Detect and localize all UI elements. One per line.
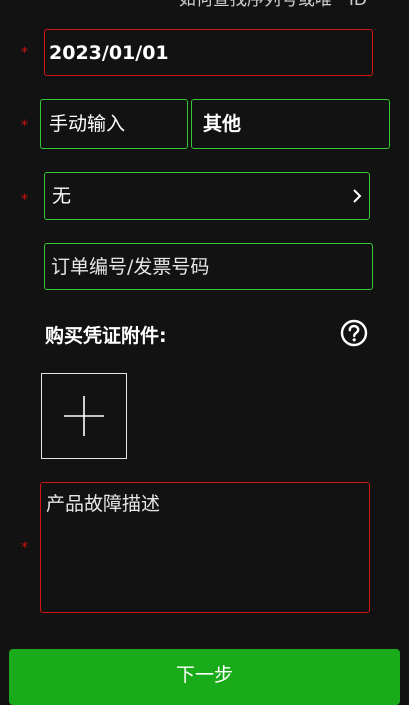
manual-input-label: 手动输入 — [49, 113, 126, 135]
purchase-date-field[interactable]: 2023/01/01 — [44, 29, 373, 76]
serial-help-link[interactable]: 如何查找序列号或唯一ID — [179, 0, 367, 10]
fault-description-textarea[interactable]: 产品故障描述 — [40, 482, 370, 613]
other-option[interactable]: 其他 — [191, 99, 390, 149]
required-marker: * — [21, 118, 28, 134]
manual-input-option[interactable]: 手动输入 — [40, 99, 188, 149]
plus-icon — [64, 396, 104, 436]
dealer-value: 无 — [52, 185, 72, 207]
order-number-placeholder: 订单编号/发票号码 — [51, 255, 210, 278]
chevron-right-icon — [351, 187, 363, 205]
required-marker: * — [21, 45, 28, 61]
dealer-select[interactable]: 无 — [44, 172, 370, 220]
order-number-input[interactable]: 订单编号/发票号码 — [44, 243, 373, 290]
required-marker: * — [21, 540, 28, 556]
required-marker: * — [21, 192, 28, 208]
purchase-date-value: 2023/01/01 — [49, 41, 169, 64]
fault-description-placeholder: 产品故障描述 — [46, 493, 161, 515]
next-button[interactable]: 下一步 — [9, 649, 400, 705]
other-label: 其他 — [203, 113, 242, 135]
attachments-label: 购买凭证附件: — [45, 325, 167, 347]
add-attachment-button[interactable] — [41, 373, 127, 459]
question-circle-icon[interactable] — [340, 319, 368, 347]
